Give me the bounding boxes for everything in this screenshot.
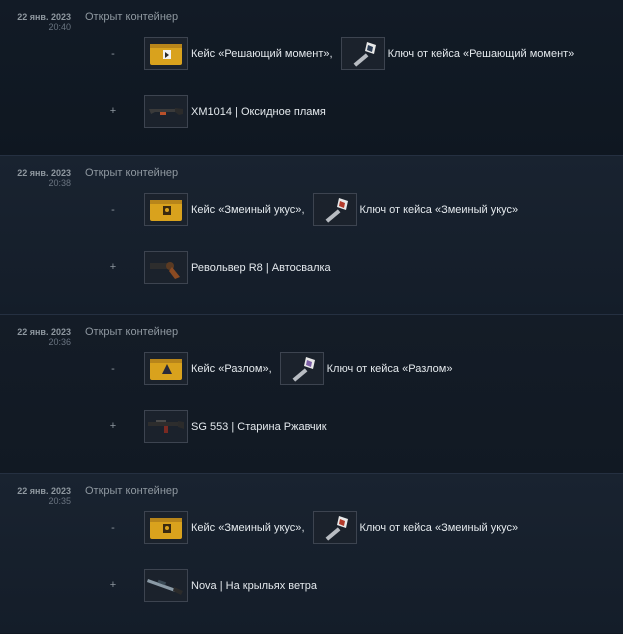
items-gained-sign: +: [109, 579, 117, 591]
reward-name[interactable]: XM1014 | Оксидное пламя: [191, 106, 326, 118]
history-date: 22 янв. 2023 20:38: [17, 168, 71, 188]
items-gained: Nova | На крыльях ветра: [144, 569, 317, 602]
history-date: 22 янв. 2023 20:40: [17, 12, 71, 32]
time-text: 20:40: [48, 22, 71, 32]
history-row: 22 янв. 2023 20:35 Открыт контейнер - Ке…: [0, 474, 623, 633]
separator: ,: [301, 521, 305, 534]
date-text: 22 янв. 2023: [17, 168, 71, 178]
fracture-case-icon[interactable]: [144, 352, 188, 385]
case-key-icon[interactable]: [279, 352, 324, 385]
date-text: 22 янв. 2023: [17, 327, 71, 337]
items-lost: Кейс «Змеиный укус» , Ключ от кейса «Зме…: [144, 193, 518, 226]
event-description: Открыт контейнер: [85, 326, 179, 338]
items-gained: XM1014 | Оксидное пламя: [144, 95, 326, 128]
reward-name[interactable]: SG 553 | Старина Ржавчик: [191, 421, 327, 433]
inventory-history: 22 янв. 2023 20:40 Открыт контейнер - Ке…: [0, 0, 623, 633]
items-lost-sign: -: [111, 522, 115, 534]
key-name[interactable]: Ключ от кейса «Решающий момент»: [388, 48, 575, 60]
time-text: 20:35: [48, 496, 71, 506]
time-text: 20:36: [48, 337, 71, 347]
case-key-icon[interactable]: [312, 193, 357, 226]
separator: ,: [329, 47, 333, 60]
items-lost-sign: -: [111, 204, 115, 216]
revolver-icon[interactable]: [144, 251, 188, 284]
items-gained-sign: +: [109, 261, 117, 273]
snakebite-case-icon[interactable]: [144, 511, 188, 544]
items-lost: Кейс «Змеиный укус» , Ключ от кейса «Зме…: [144, 511, 518, 544]
history-row: 22 янв. 2023 20:38 Открыт контейнер - Ке…: [0, 156, 623, 315]
reward-name[interactable]: Револьвер R8 | Автосвалка: [191, 262, 331, 274]
separator: ,: [268, 362, 272, 375]
shotgun-icon[interactable]: [144, 95, 188, 128]
rifle-icon[interactable]: [144, 410, 188, 443]
case-name[interactable]: Кейс «Разлом»: [191, 363, 269, 375]
event-description: Открыт контейнер: [85, 167, 179, 179]
history-date: 22 янв. 2023 20:36: [17, 327, 71, 347]
items-gained-sign: +: [109, 420, 117, 432]
decisive-moment-case-icon[interactable]: [144, 37, 188, 70]
date-text: 22 янв. 2023: [17, 486, 71, 496]
key-name[interactable]: Ключ от кейса «Змеиный укус»: [360, 522, 519, 534]
case-name[interactable]: Кейс «Змеиный укус»: [191, 522, 301, 534]
items-lost-sign: -: [111, 48, 115, 60]
history-date: 22 янв. 2023 20:35: [17, 486, 71, 506]
event-description: Открыт контейнер: [85, 485, 179, 497]
history-row: 22 янв. 2023 20:40 Открыт контейнер - Ке…: [0, 0, 623, 156]
items-gained: Револьвер R8 | Автосвалка: [144, 251, 331, 284]
history-row: 22 янв. 2023 20:36 Открыт контейнер - Ке…: [0, 315, 623, 474]
items-gained: SG 553 | Старина Ржавчик: [144, 410, 327, 443]
shotgun-icon[interactable]: [144, 569, 188, 602]
date-text: 22 янв. 2023: [17, 12, 71, 22]
case-name[interactable]: Кейс «Змеиный укус»: [191, 204, 301, 216]
snakebite-case-icon[interactable]: [144, 193, 188, 226]
items-gained-sign: +: [109, 105, 117, 117]
key-name[interactable]: Ключ от кейса «Разлом»: [327, 363, 453, 375]
items-lost-sign: -: [111, 363, 115, 375]
key-name[interactable]: Ключ от кейса «Змеиный укус»: [360, 204, 519, 216]
case-name[interactable]: Кейс «Решающий момент»: [191, 48, 330, 60]
case-key-icon[interactable]: [312, 511, 357, 544]
event-description: Открыт контейнер: [85, 11, 179, 23]
time-text: 20:38: [48, 178, 71, 188]
separator: ,: [301, 203, 305, 216]
items-lost: Кейс «Решающий момент» , Ключ от кейса «…: [144, 37, 574, 70]
items-lost: Кейс «Разлом» , Ключ от кейса «Разлом»: [144, 352, 452, 385]
reward-name[interactable]: Nova | На крыльях ветра: [191, 580, 317, 592]
case-key-icon[interactable]: [340, 37, 385, 70]
